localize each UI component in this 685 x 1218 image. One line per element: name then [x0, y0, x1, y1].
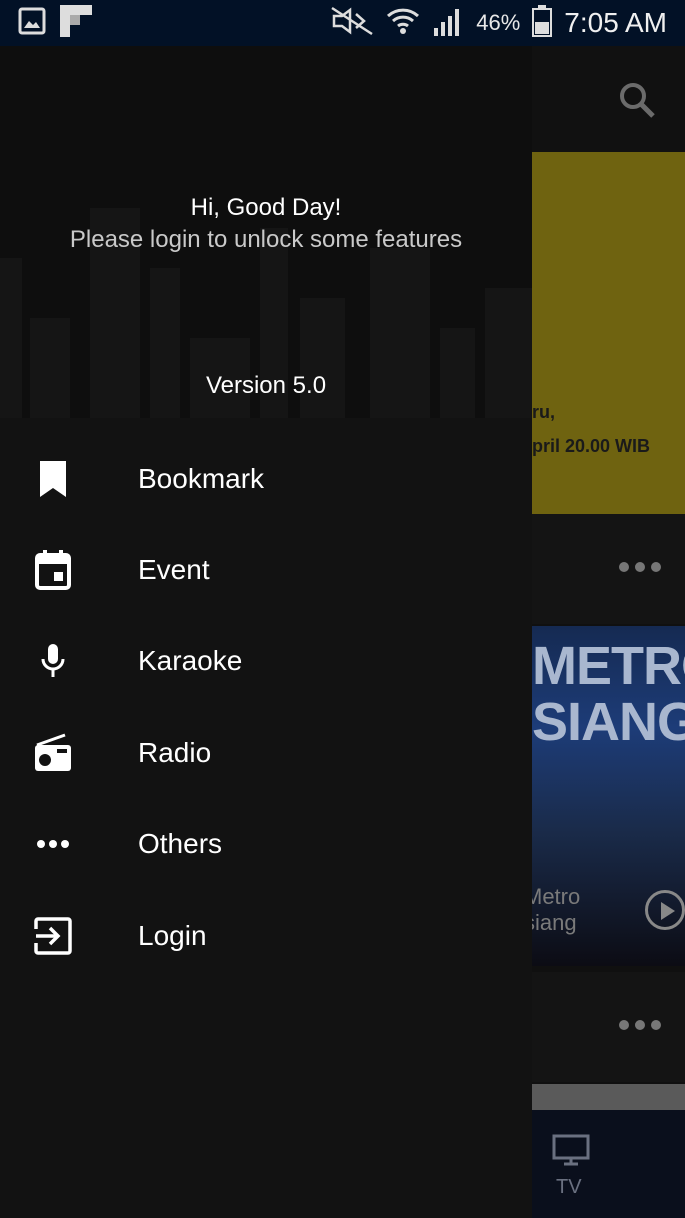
bottom-nav: TV: [532, 1110, 685, 1218]
menu-item-karaoke[interactable]: Karaoke: [0, 616, 532, 707]
navigation-drawer: Hi, Good Day! Please login to unlock som…: [0, 46, 532, 1218]
greeting-text: Hi, Good Day!: [190, 194, 342, 221]
mute-icon: [330, 6, 374, 41]
tv-tab-label[interactable]: TV: [556, 1176, 582, 1199]
login-icon: [32, 915, 74, 957]
thumbnail-caption: Metro siang: [532, 884, 580, 936]
menu-item-radio[interactable]: Radio: [0, 707, 532, 798]
menu-item-others[interactable]: Others: [0, 799, 532, 890]
menu-label: Radio: [138, 736, 212, 768]
more-options-icon[interactable]: [619, 562, 661, 572]
banner-line-1: ru,: [532, 402, 556, 422]
thumbnail-title: METRO SIANG: [532, 636, 685, 752]
calendar-icon: [32, 549, 74, 591]
more-options-icon[interactable]: [619, 1020, 661, 1030]
gallery-notification-icon: [18, 7, 46, 40]
menu-item-event[interactable]: Event: [0, 524, 532, 615]
bookmark-icon: [32, 458, 74, 500]
menu-label: Karaoke: [138, 645, 243, 677]
battery-icon: [532, 4, 553, 42]
caption-line-2: siang: [532, 910, 577, 935]
tv-icon[interactable]: [552, 1134, 590, 1171]
search-icon[interactable]: [617, 80, 657, 120]
video-thumbnail[interactable]: METRO SIANG Metro siang: [532, 626, 685, 966]
login-hint-text: Please login to unlock some features: [69, 226, 463, 253]
drawer-header: Hi, Good Day! Please login to unlock som…: [0, 46, 532, 418]
banner[interactable]: ru, pril 20.00 WIB: [532, 152, 685, 514]
menu-label: Others: [138, 828, 223, 860]
flipboard-notification-icon: [60, 4, 92, 42]
menu-label: Bookmark: [138, 462, 265, 494]
play-icon[interactable]: [645, 890, 685, 930]
battery-percent: 46%: [476, 10, 521, 35]
version-text: Version 5.0: [205, 372, 327, 399]
radio-icon: [32, 732, 74, 774]
screen: 46% 7:05 AM ru, pril 20.00 WIB METRO SIA…: [0, 0, 685, 1218]
section-header-1: [532, 514, 685, 624]
microphone-icon: [32, 640, 74, 682]
drawer-menu: Bookmark Event Karaoke Radio Others Logi…: [0, 433, 532, 981]
signal-icon: [432, 6, 464, 41]
menu-item-login[interactable]: Login: [0, 890, 532, 981]
section-header-2: [532, 972, 685, 1082]
menu-label: Event: [138, 554, 210, 586]
content-strip: [532, 1084, 685, 1110]
more-horizontal-icon: [32, 823, 74, 865]
banner-line-2: pril 20.00 WIB: [532, 436, 651, 456]
status-bar: 46% 7:05 AM: [0, 0, 685, 46]
caption-line-1: Metro: [532, 884, 581, 909]
menu-label: Login: [138, 919, 207, 951]
clock: 7:05 AM: [564, 7, 667, 38]
wifi-icon: [386, 5, 420, 42]
menu-item-bookmark[interactable]: Bookmark: [0, 433, 532, 524]
